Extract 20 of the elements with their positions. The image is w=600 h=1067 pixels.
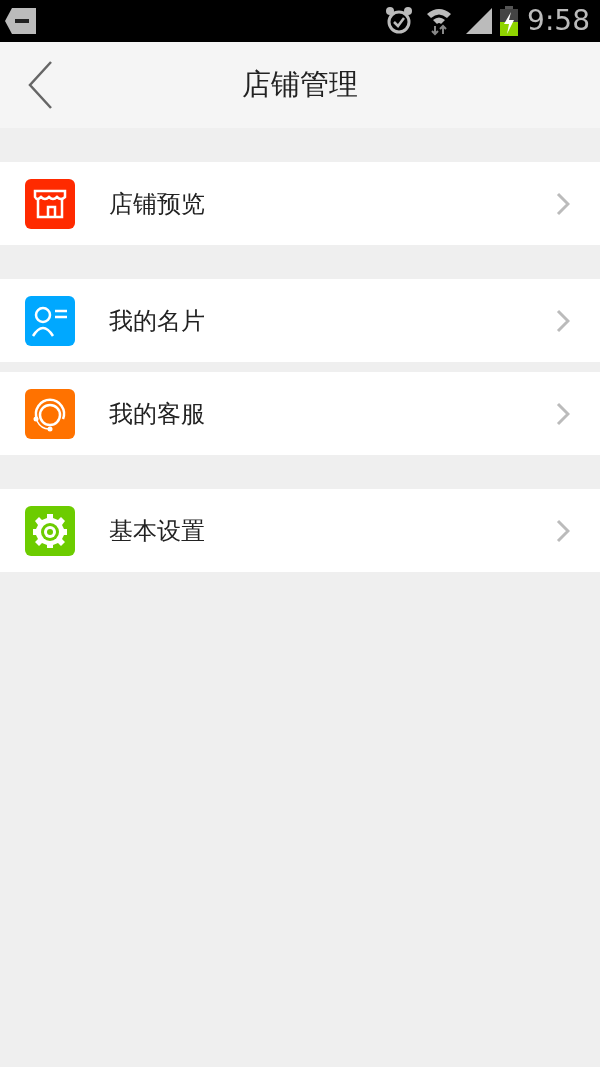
menu-item[interactable]: 我的名片	[0, 279, 600, 362]
menu-item-label: 基本设置	[109, 515, 206, 547]
clock-time: 9:58	[527, 3, 590, 39]
back-icon	[27, 60, 53, 110]
chevron-icon	[556, 308, 570, 333]
menu-item-label: 我的客服	[109, 398, 206, 430]
menu-item[interactable]: 基本设置	[0, 489, 600, 572]
menu-item-label: 我的名片	[109, 305, 206, 337]
signal-icon	[465, 7, 494, 35]
menu-item-label: 店铺预览	[109, 188, 206, 220]
battery-icon	[499, 6, 520, 36]
chevron-icon	[556, 518, 570, 543]
wifi-icon	[425, 6, 454, 36]
page-title: 店铺管理	[242, 66, 358, 104]
chevron-icon	[556, 401, 570, 426]
chevron-icon	[556, 191, 570, 216]
menu-item[interactable]: 店铺预览	[0, 162, 600, 245]
alarm-icon	[385, 6, 414, 36]
notification-icon	[4, 7, 38, 35]
menu-item[interactable]: 我的客服	[0, 372, 600, 455]
